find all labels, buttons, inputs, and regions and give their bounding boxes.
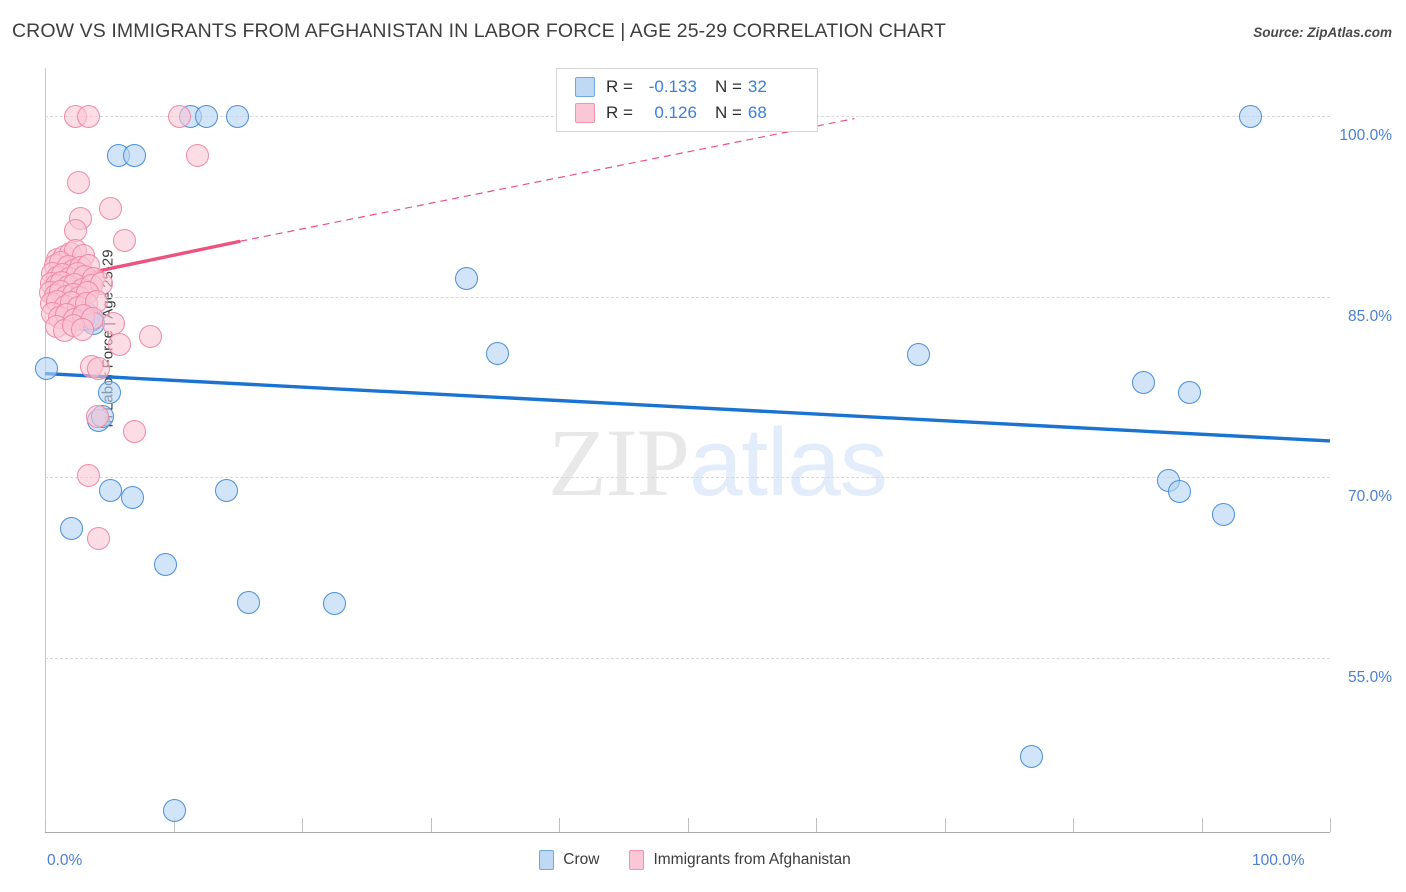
scatter-point[interactable] (236, 590, 260, 614)
y-axis-tick-label: 70.0% (1348, 488, 1392, 506)
scatter-point[interactable] (322, 591, 346, 615)
x-axis-tick-label-min: 0.0% (47, 852, 83, 869)
x-axis-tick (430, 818, 432, 832)
correlation-stats-box: R = -0.133 N = 32 R = 0.126 N = 68 (556, 68, 818, 132)
scatter-point[interactable] (454, 267, 478, 291)
stats-n-value-crow: 32 (747, 77, 767, 96)
watermark: ZIPatlas (548, 407, 888, 518)
legend-swatch-crow (539, 850, 555, 870)
x-axis-line (45, 832, 1330, 833)
legend-label-immigrants: Immigrants from Afghanistan (653, 851, 851, 868)
scatter-point[interactable] (907, 342, 931, 366)
scatter-point[interactable] (485, 341, 509, 365)
legend-swatch-immigrants (629, 850, 645, 870)
scatter-point[interactable] (34, 357, 58, 381)
plot-area: ZIPatlas (45, 68, 1330, 832)
x-axis-tick (944, 818, 946, 832)
scatter-point[interactable] (226, 104, 250, 128)
watermark-atlas: atlas (689, 409, 888, 516)
page-title: CROW VS IMMIGRANTS FROM AFGHANISTAN IN L… (12, 20, 947, 42)
legend-label-crow: Crow (563, 851, 600, 868)
stats-n-value-immigrants: 68 (747, 103, 767, 122)
stats-r-label-crow: R = (606, 77, 633, 96)
x-axis-tick-label-max: 100.0% (1252, 852, 1305, 869)
x-axis-tick (1330, 818, 1331, 832)
x-axis-tick (687, 818, 689, 832)
stats-r-label-immigrants: R = (606, 103, 633, 122)
scatter-point[interactable] (77, 104, 101, 128)
y-axis-tick-label: 100.0% (1339, 127, 1392, 145)
scatter-point[interactable] (1132, 370, 1156, 394)
x-axis-tick (816, 818, 817, 832)
stats-r-value-crow: -0.133 (648, 77, 697, 96)
scatter-point[interactable] (138, 324, 162, 348)
source-attribution: Source: ZipAtlas.com (1253, 25, 1392, 40)
scatter-point[interactable] (1238, 104, 1262, 128)
scatter-point[interactable] (97, 381, 121, 405)
scatter-point[interactable] (66, 170, 90, 194)
scatter-point[interactable] (1211, 502, 1235, 526)
stats-n-label-immigrants: N = (714, 103, 742, 122)
scatter-point[interactable] (1168, 480, 1192, 503)
scatter-point[interactable] (1020, 744, 1044, 768)
legend-item-crow[interactable]: Crow (539, 850, 615, 870)
scatter-point[interactable] (120, 486, 144, 510)
scatter-point[interactable] (195, 104, 219, 128)
y-axis-tick-label: 85.0% (1348, 307, 1392, 325)
stats-n-label-crow: N = (714, 77, 742, 96)
x-axis-tick (302, 818, 303, 832)
series-legend: Crow Immigrants from Afghanistan (0, 850, 1406, 870)
correlation-chart: CROW VS IMMIGRANTS FROM AFGHANISTAN IN L… (0, 0, 1406, 892)
stats-swatch-crow (575, 77, 595, 97)
legend-item-immigrants[interactable]: Immigrants from Afghanistan (629, 850, 866, 870)
scatter-point[interactable] (70, 317, 94, 341)
stats-row-immigrants: R = 0.126 N = 68 (575, 100, 767, 126)
x-axis-tick (1073, 818, 1074, 832)
x-axis-tick (559, 818, 560, 832)
gridline-y (45, 657, 1330, 659)
gridline-y (45, 296, 1330, 298)
stats-swatch-immigrants (575, 103, 595, 123)
stats-row-crow: R = -0.133 N = 32 (575, 74, 767, 100)
scatter-point[interactable] (168, 104, 192, 128)
x-axis-tick (45, 818, 46, 832)
gridline-y (45, 477, 1330, 479)
watermark-zip: ZIP (548, 409, 690, 516)
scatter-point[interactable] (101, 311, 125, 335)
stats-r-value-immigrants: 0.126 (654, 103, 697, 122)
scatter-point[interactable] (163, 798, 187, 822)
scatter-point[interactable] (214, 478, 238, 502)
scatter-point[interactable] (99, 478, 123, 502)
scatter-point[interactable] (113, 228, 137, 252)
y-axis-tick-label: 55.0% (1348, 668, 1392, 686)
x-axis-tick (1201, 818, 1203, 832)
